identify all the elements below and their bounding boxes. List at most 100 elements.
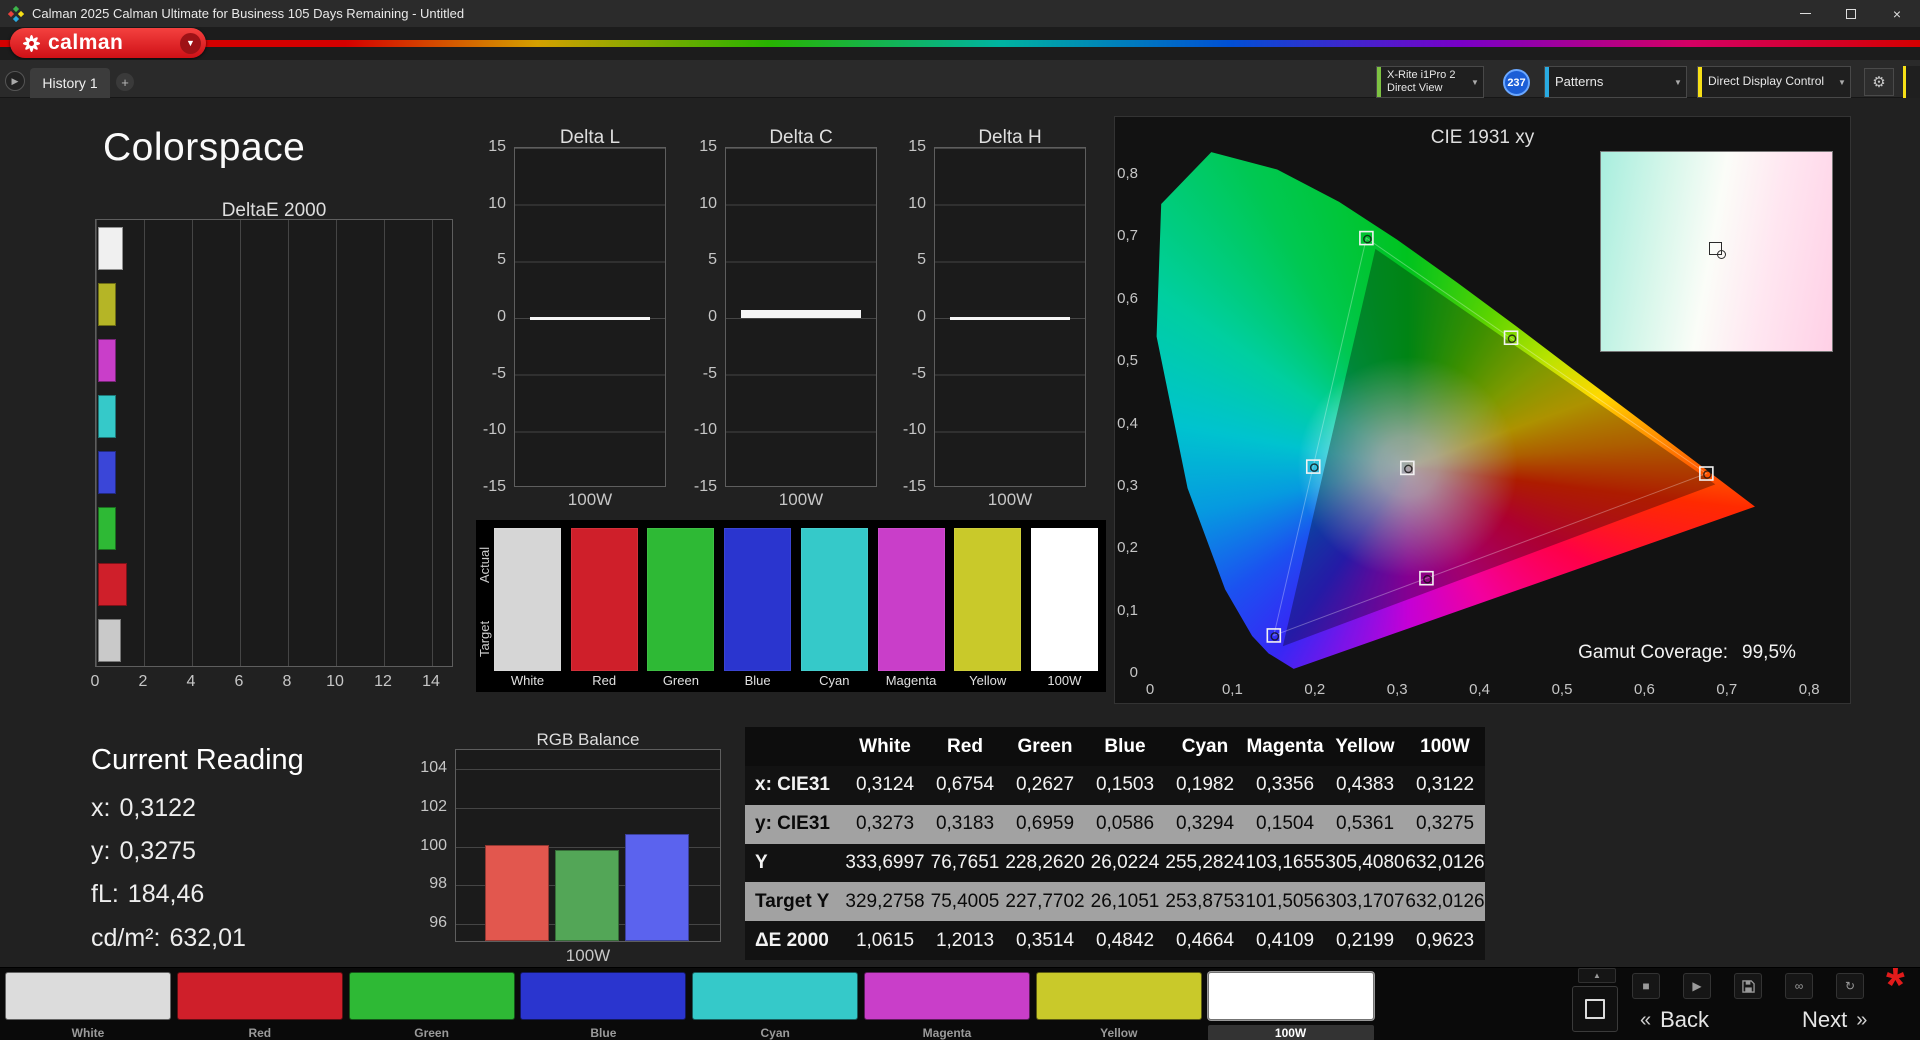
back-button[interactable]: « Back <box>1640 1002 1745 1038</box>
deltae-bar-cyan <box>98 395 116 438</box>
swatch-label: Cyan <box>819 673 850 688</box>
pattern-label: Blue <box>590 1026 617 1040</box>
pattern-panel-collapse-button[interactable]: ▲ <box>1578 968 1616 983</box>
pattern-button-magenta[interactable]: Magenta <box>864 972 1030 1040</box>
next-chevron-icon: » <box>1856 1008 1868 1031</box>
brand-text: calman <box>48 31 124 54</box>
patterns-selector-label: Patterns <box>1555 74 1604 89</box>
add-tab-button[interactable]: + <box>116 73 134 91</box>
tab-scroll-button[interactable]: ▶ <box>5 71 25 91</box>
delta-h-chart <box>934 147 1086 487</box>
link-icon: ∞ <box>1794 979 1804 993</box>
pattern-button-red[interactable]: Red <box>176 972 343 1040</box>
calman-menu-button[interactable]: calman ▼ <box>10 28 206 58</box>
cie-y-tick: 0,5 <box>1117 352 1138 370</box>
refresh-button[interactable]: ↻ <box>1836 973 1864 999</box>
cie-x-tick: 0 <box>1145 681 1155 698</box>
stop-button[interactable]: ■ <box>1632 973 1660 999</box>
swatch-blue: Blue <box>720 520 795 692</box>
maximize-button[interactable] <box>1828 0 1874 27</box>
table-cell: 632,0126 <box>1405 890 1485 912</box>
cie-y-tick: 0,4 <box>1117 414 1138 432</box>
table-col-header: Blue <box>1104 735 1146 757</box>
swatch-label: 100W <box>1047 673 1082 688</box>
table-row-label: Target Y <box>755 890 830 912</box>
delta-l-x-label: 100W <box>567 490 613 509</box>
swatch-chip <box>800 528 868 671</box>
pattern-chip <box>5 972 171 1020</box>
play-button[interactable]: ▶ <box>1683 973 1711 999</box>
deltae-bar-white <box>98 227 124 270</box>
table-row: x: CIE31 0,3124 0,6754 0,2627 0,1503 0,1982 0,… <box>745 766 1485 805</box>
display-control-selector[interactable]: Direct Display Control ▼ <box>1697 66 1851 98</box>
cie-y-tick: 0,6 <box>1117 289 1138 307</box>
pattern-chip <box>348 972 515 1020</box>
cie-y-tick: 0,1 <box>1117 601 1138 619</box>
tab-bar: ▶ History 1 + X-Rite i1Pro 2 Direct View… <box>0 60 1920 98</box>
patterns-selector[interactable]: Patterns ▼ <box>1544 66 1687 98</box>
table-cell: 0,1504 <box>1255 813 1315 835</box>
pattern-button-100w[interactable]: 100W <box>1207 972 1374 1040</box>
calman-menu-dropdown-icon[interactable]: ▼ <box>180 32 201 54</box>
swatch-yellow: Yellow <box>950 520 1025 692</box>
table-cell: 0,1503 <box>1095 774 1155 796</box>
close-button[interactable]: × <box>1874 0 1920 27</box>
minimize-button[interactable] <box>1782 0 1828 27</box>
delta-y-tick: -15 <box>902 478 926 496</box>
refresh-icon: ↻ <box>1844 979 1856 993</box>
table-cell: 305,4080 <box>1325 851 1405 873</box>
titlebar: Calman 2025 Calman Ultimate for Business… <box>0 0 1920 27</box>
swatch-magenta: Magenta <box>874 520 949 692</box>
chevron-down-icon: ▼ <box>1674 77 1682 87</box>
table-cell: 0,3294 <box>1175 813 1235 835</box>
delta-y-tick: 0 <box>708 308 717 325</box>
deltae-x-tick: 14 <box>422 673 440 690</box>
swatch-comparison-strip: Actual Target White Red Green Blue Cyan Magen… <box>476 520 1106 692</box>
swatch-label: Green <box>662 673 699 688</box>
settings-gear-button[interactable]: ⚙ <box>1864 68 1894 96</box>
delta-y-tick: -5 <box>911 364 926 382</box>
swatch-100w: 100W <box>1027 520 1102 692</box>
cie-white-point-inset <box>1600 151 1833 352</box>
swatch-chip <box>1030 528 1098 671</box>
delta-y-tick: 15 <box>488 138 506 155</box>
chevron-down-icon: ▼ <box>1838 77 1846 87</box>
cie-y-tick: 0 <box>1129 664 1138 682</box>
delta-y-tick: -10 <box>902 421 926 439</box>
meter-count-badge[interactable]: 237 <box>1503 69 1530 96</box>
right-edge-panel[interactable] <box>1903 66 1920 98</box>
table-cell: 329,2758 <box>845 890 925 912</box>
pattern-button-cyan[interactable]: Cyan <box>692 972 859 1040</box>
swatch-label: Yellow <box>969 673 1007 688</box>
pattern-button-blue[interactable]: Blue <box>520 972 687 1040</box>
save-button[interactable] <box>1734 973 1762 999</box>
tab-label: History 1 <box>42 75 98 91</box>
reading-x: x: 0,3122 <box>91 794 196 822</box>
gamut-coverage-label: Gamut Coverage: <box>1578 641 1729 663</box>
reading-fl: fL: 184,46 <box>91 880 205 908</box>
rgb-bar-red <box>485 844 549 941</box>
app-window: Calman 2025 Calman Ultimate for Business… <box>0 0 1920 1040</box>
window-title: Calman 2025 Calman Ultimate for Business… <box>32 6 465 21</box>
rgb-bar-green <box>555 850 619 941</box>
delta-y-tick: 10 <box>908 194 926 212</box>
table-col-header: Cyan <box>1181 735 1229 757</box>
tab-history-1[interactable]: History 1 <box>30 68 110 98</box>
pattern-button-white[interactable]: White <box>5 972 171 1040</box>
pattern-button-yellow[interactable]: Yellow <box>1035 972 1202 1040</box>
pattern-button-green[interactable]: Green <box>348 972 515 1040</box>
deltae-x-tick: 8 <box>282 673 292 690</box>
reading-cdm2: cd/m²: 632,01 <box>91 924 246 952</box>
close-icon: × <box>1892 5 1902 22</box>
table-cell: 0,9623 <box>1415 929 1475 951</box>
link-button[interactable]: ∞ <box>1785 973 1813 999</box>
pattern-window-button[interactable] <box>1572 986 1618 1032</box>
rgb-y-tick: 100 <box>420 836 447 854</box>
delta-bar-100w <box>950 316 1070 320</box>
swatch-red: Red <box>567 520 642 692</box>
meter-selector[interactable]: X-Rite i1Pro 2 Direct View ▼ <box>1376 66 1484 98</box>
swatch-white: White <box>490 520 565 692</box>
table-cell: 103,1655 <box>1245 851 1325 873</box>
table-cell: 0,0586 <box>1095 813 1155 835</box>
delta-y-tick: -5 <box>491 364 506 382</box>
